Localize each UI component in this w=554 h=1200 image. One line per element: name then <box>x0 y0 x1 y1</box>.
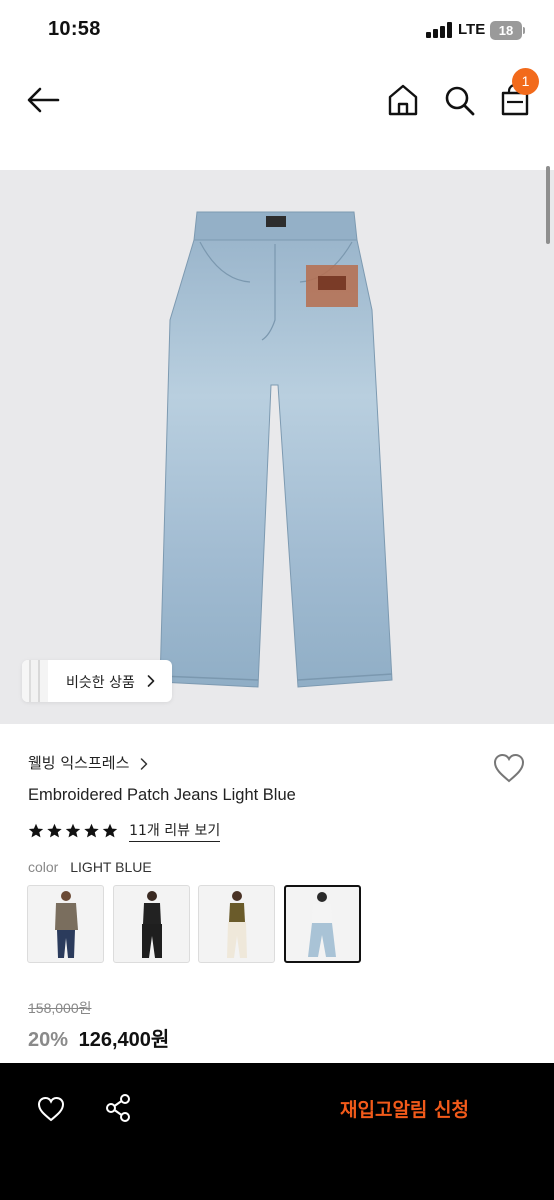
product-title: Embroidered Patch Jeans Light Blue <box>28 786 296 804</box>
jeans-image <box>159 211 393 688</box>
like-button[interactable] <box>36 1095 66 1123</box>
discount-rate: 20% <box>28 1029 69 1051</box>
model-thumbnail-image <box>142 891 162 958</box>
product-image[interactable] <box>0 170 554 724</box>
status-bar: 10:58 LTE 18 <box>0 0 554 60</box>
chevron-right-icon <box>147 675 155 687</box>
model-thumbnail-image <box>227 891 247 958</box>
sale-price-row: 20% 126,400원 <box>28 1023 169 1052</box>
battery-icon: 18 <box>490 21 522 40</box>
sale-price: 126,400원 <box>78 1029 170 1051</box>
heart-icon <box>493 753 525 783</box>
brand-name: 웰빙 익스프레스 <box>28 754 130 772</box>
original-price: 158,000원 <box>28 1000 92 1016</box>
cart-count-badge: 1 <box>512 68 539 95</box>
color-value: LIGHT BLUE <box>70 859 152 875</box>
similar-products-thumbnail <box>22 660 48 702</box>
review-link[interactable]: 11개 리뷰 보기 <box>129 820 221 842</box>
search-button[interactable] <box>442 82 476 118</box>
color-option-4-selected[interactable] <box>284 885 361 963</box>
color-row: color LIGHT BLUE <box>28 859 152 875</box>
home-button[interactable] <box>386 82 420 118</box>
back-button[interactable] <box>24 82 62 118</box>
color-label: color <box>28 859 59 875</box>
color-option-2[interactable] <box>113 885 190 963</box>
home-icon <box>388 84 418 116</box>
similar-products-button[interactable]: 비슷한 상품 <box>22 660 172 702</box>
network-label: LTE <box>458 21 486 38</box>
share-button[interactable] <box>104 1093 134 1123</box>
share-icon <box>106 1094 130 1122</box>
wishlist-button[interactable] <box>492 752 526 784</box>
heart-icon <box>37 1096 65 1122</box>
battery-tip <box>523 27 525 34</box>
brand-link[interactable]: 웰빙 익스프레스 <box>28 752 148 776</box>
restock-alert-button[interactable]: 재입고알림 신청 <box>340 1095 469 1122</box>
similar-products-label: 비슷한 상품 <box>66 675 135 691</box>
color-option-3[interactable] <box>198 885 275 963</box>
rating-stars-icon <box>28 823 118 838</box>
top-nav: 1 <box>0 60 554 140</box>
signal-icon <box>426 22 452 38</box>
search-icon <box>445 86 475 116</box>
arrow-left-icon <box>27 87 60 113</box>
bottom-action-bar: 재입고알림 신청 <box>0 1063 554 1200</box>
color-option-1[interactable] <box>27 885 104 963</box>
rating-row: 11개 리뷰 보기 <box>28 820 221 842</box>
chevron-right-icon <box>141 757 148 770</box>
model-thumbnail-image <box>308 892 336 957</box>
model-thumbnail-image <box>55 891 78 958</box>
scrollbar[interactable] <box>546 166 550 244</box>
status-time: 10:58 <box>48 18 101 40</box>
